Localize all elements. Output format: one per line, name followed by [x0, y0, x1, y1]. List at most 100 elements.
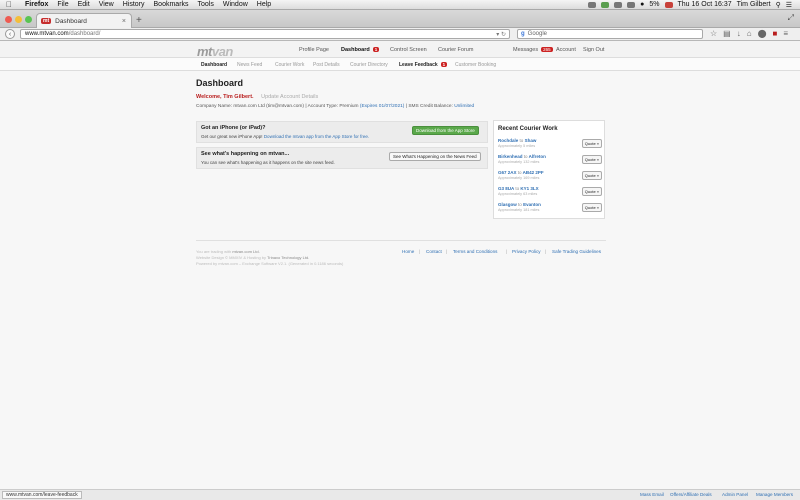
- tab-dashboard[interactable]: mt Dashboard ×: [36, 13, 132, 28]
- quote-button[interactable]: Quote »: [581, 203, 602, 212]
- footer-divider: [196, 240, 606, 241]
- affiliate-deals-link[interactable]: Offers/Affiliate Deals: [670, 492, 712, 497]
- new-tab-icon[interactable]: +: [136, 15, 142, 26]
- minimize-window-icon[interactable]: [15, 16, 22, 23]
- browser-nav-bar: ‹ www.mtvan.com /dashboard/ ▾ ↻ g Google…: [0, 28, 800, 41]
- tray-dropbox-icon[interactable]: [614, 1, 623, 8]
- battery-percent[interactable]: 5%: [649, 1, 659, 8]
- quote-button[interactable]: Quote »: [581, 187, 602, 196]
- toolbar-icons: ☆ ▤ ↓ ⌂ ⬤ ■ ≡: [710, 29, 788, 38]
- list-item: G3 8UA to KY1 3LX Approximately 63 miles…: [498, 186, 602, 200]
- search-bar[interactable]: g Google: [517, 29, 703, 39]
- footer-line-3: Powered by mtvan.com – Exchange Software…: [196, 261, 344, 266]
- nav-dashboard[interactable]: Dashboard 1: [341, 47, 380, 53]
- subnav-leave-feedback[interactable]: Leave Feedback 1: [399, 62, 448, 68]
- menu-edit[interactable]: Edit: [78, 1, 90, 8]
- route-to-word: to: [518, 202, 522, 207]
- tray-app-icon[interactable]: [588, 1, 597, 8]
- tray-sync-icon[interactable]: [601, 1, 610, 8]
- menubar-user[interactable]: Tim Gilbert: [737, 1, 771, 8]
- notification-center-icon[interactable]: ☰: [786, 1, 792, 9]
- close-window-icon[interactable]: [5, 16, 12, 23]
- tab-close-icon[interactable]: ×: [122, 18, 126, 25]
- tab-title: Dashboard: [55, 17, 87, 25]
- macos-menubar:  Firefox File Edit View History Bookmar…: [0, 0, 800, 10]
- menu-window[interactable]: Window: [223, 1, 248, 8]
- nav-profile[interactable]: Profile Page: [299, 47, 329, 53]
- footer-privacy-link[interactable]: Privacy Policy: [512, 249, 541, 254]
- subnav-courier-directory[interactable]: Courier Directory: [350, 62, 388, 68]
- mic-icon[interactable]: ⬤: [758, 29, 767, 38]
- nav-account[interactable]: Account: [556, 47, 576, 53]
- wifi-icon[interactable]: ●: [640, 1, 644, 8]
- nav-sign-out[interactable]: Sign Out: [583, 47, 604, 53]
- footer-sep: |: [446, 249, 448, 254]
- sms-balance-link[interactable]: Unlimited: [454, 104, 474, 109]
- manage-members-link[interactable]: Manage Members: [756, 492, 793, 497]
- company-info: Company Name: mtvan.com Ltd (tim@mtvan.c…: [196, 104, 606, 109]
- footer-home-link[interactable]: Home: [402, 249, 414, 254]
- route-from: Rochdale: [498, 138, 519, 143]
- search-icon[interactable]: ⚲: [776, 1, 781, 9]
- url-bar[interactable]: www.mtvan.com /dashboard/ ▾ ↻: [20, 29, 510, 39]
- quote-button[interactable]: Quote »: [581, 171, 602, 180]
- menu-app-name[interactable]: Firefox: [25, 1, 48, 8]
- subnav-customer-booking[interactable]: Customer Booking: [455, 62, 496, 68]
- route-to: Evanton: [523, 202, 541, 207]
- reload-icon[interactable]: ▾ ↻: [496, 31, 506, 38]
- route-from: Birkenhead: [498, 154, 523, 159]
- quote-button[interactable]: Quote »: [581, 139, 602, 148]
- mass-email-link[interactable]: Mass Email: [640, 492, 664, 497]
- subnav-courier-work[interactable]: Courier Work: [275, 62, 304, 68]
- menu-file[interactable]: File: [57, 1, 68, 8]
- nav-courier-forum[interactable]: Courier Forum: [438, 47, 473, 53]
- bookmarks-list-icon[interactable]: ▤: [723, 29, 731, 38]
- iphone-text: Get our great new iPhone App!: [201, 134, 263, 139]
- zoom-window-icon[interactable]: [25, 16, 32, 23]
- nav-messages-label: Messages: [513, 47, 539, 53]
- menu-bookmarks[interactable]: Bookmarks: [154, 1, 189, 8]
- google-search-icon[interactable]: g: [521, 31, 525, 37]
- nav-dashboard-badge: 1: [372, 47, 380, 52]
- subnav-news-feed[interactable]: News Feed: [237, 62, 262, 68]
- back-icon[interactable]: ‹: [5, 29, 15, 39]
- nav-messages[interactable]: Messages 265: [513, 47, 553, 53]
- menu-help[interactable]: Help: [257, 1, 271, 8]
- addon-icon[interactable]: ■: [773, 29, 778, 38]
- admin-panel-link[interactable]: Admin Panel: [722, 492, 748, 497]
- menu-tools[interactable]: Tools: [198, 1, 214, 8]
- menubar-clock[interactable]: Thu 16 Oct 16:37: [678, 1, 732, 8]
- update-account-link[interactable]: Update Account Details: [261, 94, 318, 100]
- subnav-post-details[interactable]: Post Details: [313, 62, 340, 68]
- menu-history[interactable]: History: [123, 1, 145, 8]
- site-header: mtvan Profile Page Dashboard 1 Control Sc…: [0, 41, 800, 59]
- news-feed-button[interactable]: See What's Happening on the News Feed: [389, 152, 481, 161]
- nav-control-screen[interactable]: Control Screen: [390, 47, 427, 53]
- site-logo[interactable]: mtvan: [197, 44, 233, 59]
- quote-button[interactable]: Quote »: [581, 155, 602, 164]
- footer-safe-trading-link[interactable]: Safe Trading Guidelines: [552, 249, 601, 254]
- route-to-word: to: [515, 186, 520, 191]
- menu-view[interactable]: View: [99, 1, 114, 8]
- home-icon[interactable]: ⌂: [747, 29, 752, 38]
- app-store-link[interactable]: Download the mtvan app from the App Stor…: [264, 134, 369, 139]
- download-app-store-button[interactable]: Download from the App Store: [412, 126, 479, 135]
- bookmark-star-icon[interactable]: ☆: [710, 29, 717, 38]
- company-text: Company Name: mtvan.com Ltd (tim@mtvan.c…: [196, 104, 359, 109]
- url-domain: www.mtvan.com: [25, 31, 69, 37]
- footer-contact-link[interactable]: Contact: [426, 249, 442, 254]
- footer-terms-link[interactable]: Terms and Conditions: [453, 249, 497, 254]
- download-icon[interactable]: ↓: [737, 29, 741, 38]
- flag-icon[interactable]: [664, 1, 673, 8]
- fullscreen-icon[interactable]: ⤢: [788, 13, 794, 23]
- subnav-dashboard[interactable]: Dashboard: [201, 62, 227, 68]
- menu-icon[interactable]: ≡: [783, 29, 788, 38]
- window-controls: [5, 16, 32, 23]
- route-to: Shaw: [524, 138, 537, 143]
- route-to-word: to: [523, 154, 528, 159]
- tray-bluetooth-icon[interactable]: [627, 1, 636, 8]
- expires-link[interactable]: (Expires 01/07/2021): [360, 104, 405, 109]
- tab-favicon-icon: mt: [41, 18, 52, 24]
- footer-host[interactable]: Trinaxo Technology Ltd.: [267, 255, 309, 260]
- apple-menu-icon[interactable]: : [6, 0, 16, 9]
